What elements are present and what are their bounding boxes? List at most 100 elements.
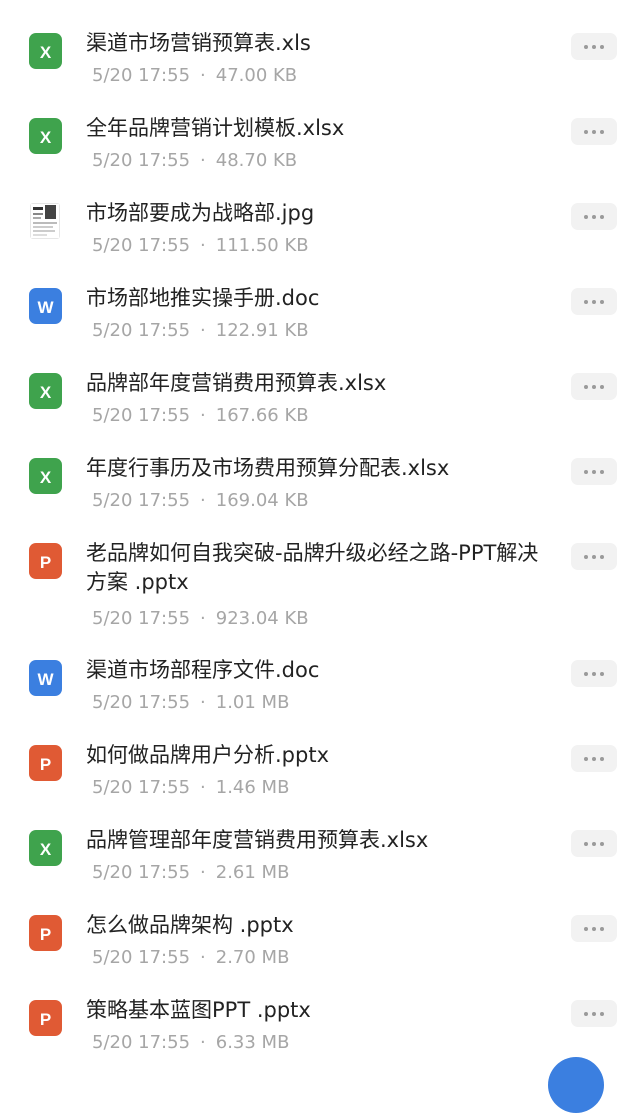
more-dots-icon	[584, 129, 604, 134]
more-dot	[584, 469, 588, 474]
more-dot	[592, 384, 596, 389]
more-dot	[584, 554, 588, 559]
image-thumbnail-icon	[30, 203, 60, 239]
more-dot	[592, 214, 596, 219]
file-date: 5/20 17:55	[92, 235, 191, 256]
more-dots-icon	[584, 756, 604, 761]
more-dot	[600, 299, 604, 304]
more-dots-icon	[584, 926, 604, 931]
more-options-button[interactable]	[571, 203, 617, 230]
meta-separator: ·	[200, 692, 206, 713]
more-options-button[interactable]	[571, 745, 617, 772]
more-options-button[interactable]	[571, 543, 617, 570]
more-options-button[interactable]	[571, 118, 617, 145]
meta-separator: ·	[200, 65, 206, 86]
meta-separator: ·	[200, 150, 206, 171]
more-options-button[interactable]	[571, 33, 617, 60]
more-dots-icon	[584, 671, 604, 676]
file-type-letter: X	[39, 128, 52, 147]
more-dot	[592, 129, 596, 134]
file-name: 品牌部年度营销费用预算表.xlsx	[86, 371, 387, 395]
file-meta: 5/20 17:55 · 47.00 KB	[92, 64, 297, 88]
more-dot	[592, 671, 596, 676]
more-options-button[interactable]	[571, 830, 617, 857]
file-date: 5/20 17:55	[92, 150, 191, 171]
more-dot	[584, 926, 588, 931]
file-meta: 5/20 17:55 · 167.66 KB	[92, 404, 309, 428]
file-meta: 5/20 17:55 · 2.70 MB	[92, 946, 289, 970]
file-name: 品牌管理部年度营销费用预算表.xlsx	[86, 828, 429, 852]
file-meta: 5/20 17:55 · 923.04 KB	[92, 607, 309, 631]
meta-separator: ·	[200, 862, 206, 883]
file-meta: 5/20 17:55 · 2.61 MB	[92, 861, 289, 885]
file-meta: 5/20 17:55 · 122.91 KB	[92, 319, 309, 343]
more-options-button[interactable]	[571, 373, 617, 400]
more-dots-icon	[584, 841, 604, 846]
more-dot	[592, 44, 596, 49]
file-size: 122.91 KB	[215, 320, 309, 341]
more-dot	[600, 756, 604, 761]
file-date: 5/20 17:55	[92, 65, 191, 86]
file-size: 2.61 MB	[215, 862, 290, 883]
file-type-letter: W	[37, 670, 54, 689]
more-dot	[600, 1011, 604, 1016]
floating-action-button[interactable]	[548, 1057, 604, 1113]
file-name: 策略基本蓝图PPT .pptx	[86, 998, 311, 1022]
meta-separator: ·	[200, 608, 206, 629]
more-dot	[592, 299, 596, 304]
more-dot	[592, 756, 596, 761]
excel-icon: X	[29, 373, 62, 409]
more-options-button[interactable]	[571, 288, 617, 315]
more-dot	[584, 671, 588, 676]
file-name: 渠道市场部程序文件.doc	[86, 658, 320, 682]
more-dot	[600, 926, 604, 931]
powerpoint-icon: P	[29, 915, 62, 951]
more-dot	[584, 756, 588, 761]
excel-icon: X	[29, 830, 62, 866]
more-dots-icon	[584, 299, 604, 304]
more-options-button[interactable]	[571, 660, 617, 687]
more-dot	[600, 469, 604, 474]
meta-separator: ·	[200, 405, 206, 426]
file-type-letter: X	[39, 383, 52, 402]
file-name: 年度行事历及市场费用预算分配表.xlsx	[86, 456, 450, 480]
powerpoint-icon: P	[29, 1000, 62, 1036]
more-dot	[584, 129, 588, 134]
excel-icon: X	[29, 118, 62, 154]
excel-icon: X	[29, 458, 62, 494]
file-name: 如何做品牌用户分析.pptx	[86, 743, 329, 767]
more-dot	[592, 469, 596, 474]
file-name: 老品牌如何自我突破-品牌升级必经之路-PPT解决方案 .pptx	[86, 541, 539, 594]
more-dot	[600, 841, 604, 846]
more-dot	[600, 671, 604, 676]
more-dots-icon	[584, 1011, 604, 1016]
file-size: 6.33 MB	[215, 1032, 290, 1053]
more-dot	[600, 554, 604, 559]
file-meta: 5/20 17:55 · 111.50 KB	[92, 234, 309, 258]
meta-separator: ·	[200, 320, 206, 341]
file-meta: 5/20 17:55 · 1.46 MB	[92, 776, 289, 800]
file-type-letter: W	[37, 298, 54, 317]
file-date: 5/20 17:55	[92, 1032, 191, 1053]
file-date: 5/20 17:55	[92, 862, 191, 883]
file-type-letter: X	[39, 43, 52, 62]
more-dot	[584, 214, 588, 219]
file-name: 市场部地推实操手册.doc	[86, 286, 320, 310]
file-name: 怎么做品牌架构 .pptx	[86, 913, 294, 937]
more-dot	[592, 1011, 596, 1016]
file-size: 923.04 KB	[215, 608, 309, 629]
more-options-button[interactable]	[571, 915, 617, 942]
file-meta: 5/20 17:55 · 169.04 KB	[92, 489, 309, 513]
file-date: 5/20 17:55	[92, 608, 191, 629]
file-meta: 5/20 17:55 · 1.01 MB	[92, 691, 289, 715]
more-options-button[interactable]	[571, 458, 617, 485]
meta-separator: ·	[200, 947, 206, 968]
file-date: 5/20 17:55	[92, 490, 191, 511]
more-dot	[600, 129, 604, 134]
more-options-button[interactable]	[571, 1000, 617, 1027]
file-size: 167.66 KB	[215, 405, 309, 426]
more-dot	[592, 926, 596, 931]
file-type-letter: P	[39, 1010, 52, 1029]
file-date: 5/20 17:55	[92, 947, 191, 968]
meta-separator: ·	[200, 777, 206, 798]
